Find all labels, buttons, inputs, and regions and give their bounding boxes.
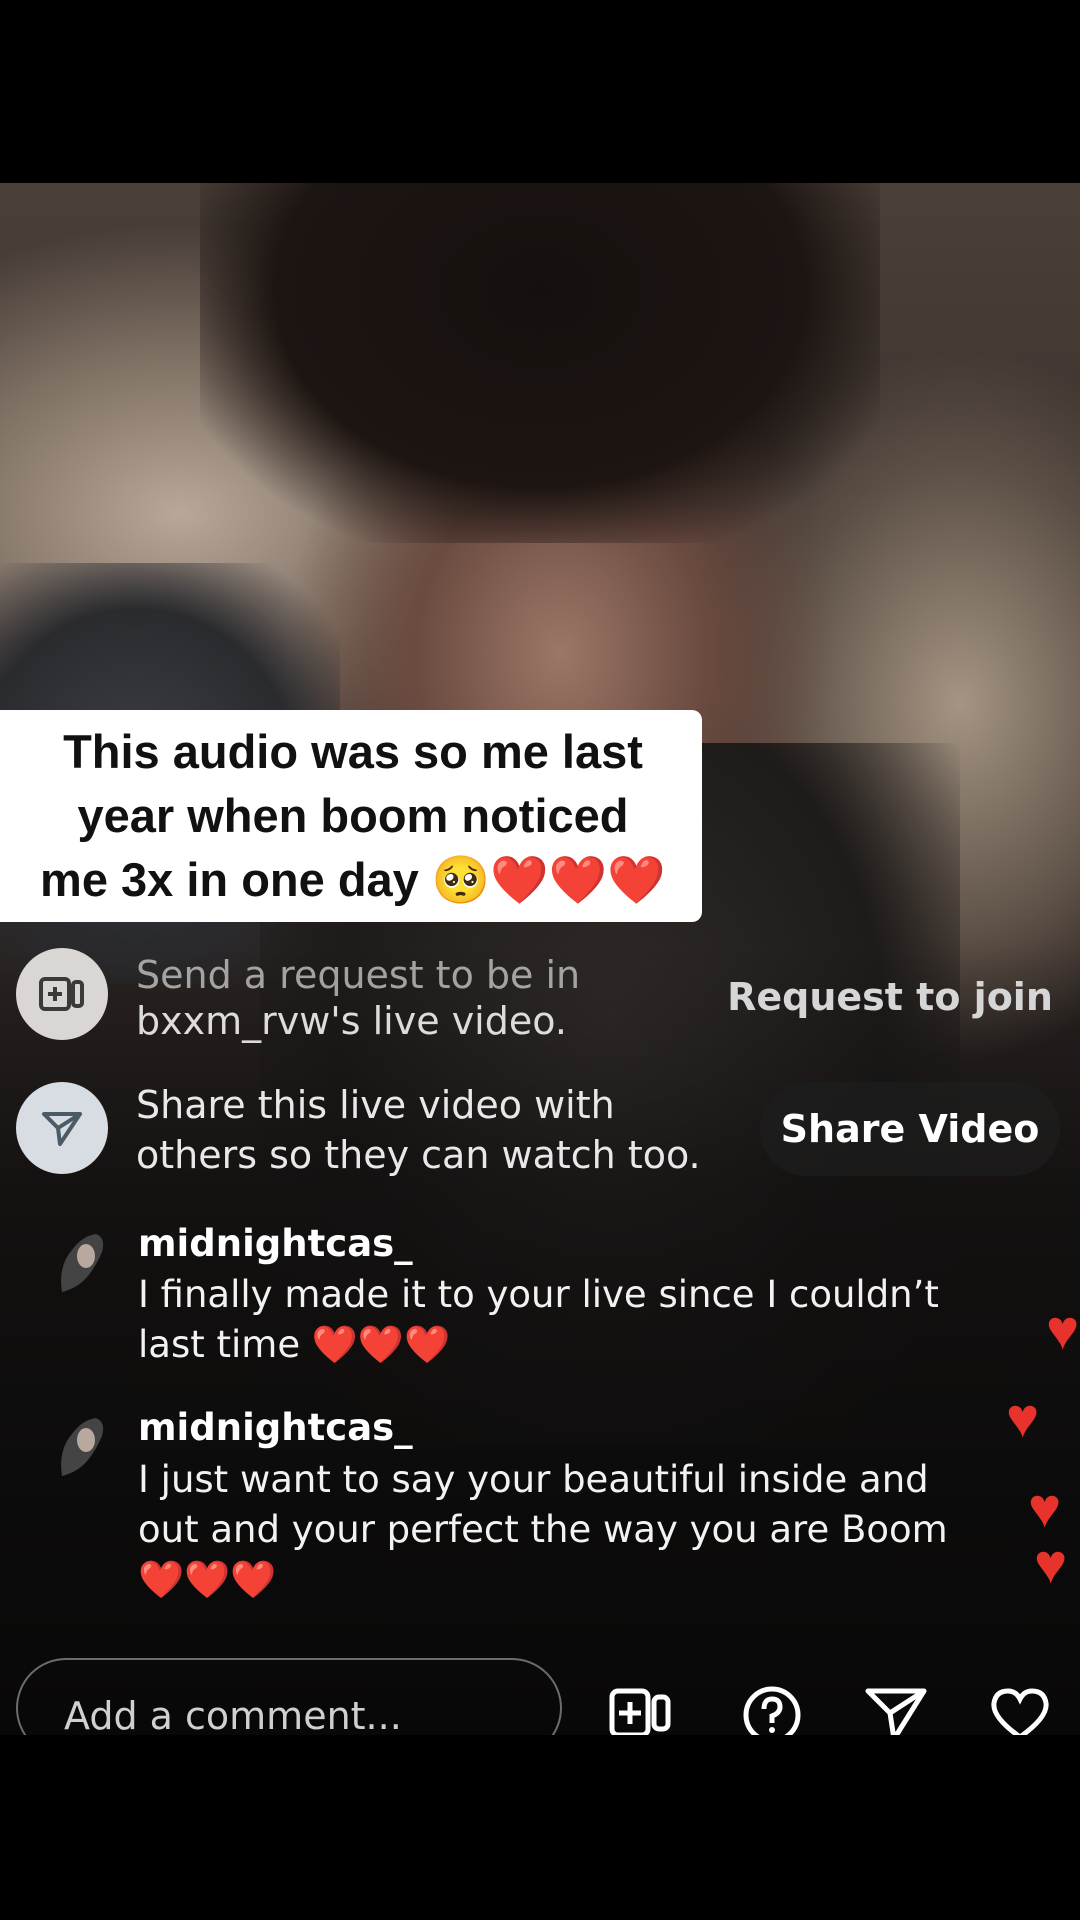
share-row-text-1: Share this live video with [136, 1083, 615, 1127]
comment-text-line: last time ❤️❤️❤️ [138, 1323, 451, 1366]
request-row-text: bxxm_rvw's live video. [136, 999, 567, 1043]
request-row-text-top: Send a request to be in [136, 953, 581, 997]
share-video-button[interactable]: Share Video [760, 1082, 1060, 1176]
comment-username[interactable]: midnightcas_ [138, 1222, 413, 1265]
send-icon [42, 1112, 82, 1146]
floating-heart-icon: ♥ [1006, 1386, 1040, 1449]
comment-text-line: I just want to say your beautiful inside… [138, 1458, 929, 1501]
avatar [61, 1234, 104, 1292]
send-icon[interactable] [864, 1683, 928, 1743]
comment-username[interactable]: midnightcas_ [138, 1406, 413, 1449]
video-hair-area [200, 183, 880, 543]
share-row-icon [16, 1082, 108, 1174]
caption-line-3: me 3x in one day 🥺❤️❤️❤️ [40, 853, 666, 906]
video-caption: This audio was so me last year when boom… [0, 710, 702, 922]
add-guest-icon[interactable] [608, 1683, 672, 1743]
request-row-icon [16, 948, 108, 1040]
share-row-text-2: others so they can watch too. [136, 1133, 701, 1177]
floating-heart-icon: ♥ [1046, 1298, 1080, 1361]
comment-text-line: out and your perfect the way you are Boo… [138, 1508, 948, 1551]
heart-icon[interactable] [988, 1683, 1052, 1743]
floating-heart-icon: ♥ [1028, 1476, 1062, 1539]
floating-heart-icon: ♥ [1034, 1532, 1068, 1595]
request-to-join-button[interactable]: Request to join [720, 950, 1060, 1044]
comment-text-line: I finally made it to your live since I c… [138, 1273, 939, 1316]
bottom-black-bar [0, 1735, 1080, 1920]
avatar [61, 1418, 104, 1476]
caption-line-2: year when boom noticed [77, 789, 629, 842]
caption-line-1: This audio was so me last [63, 725, 643, 778]
question-icon[interactable] [740, 1683, 804, 1743]
add-guest-icon [39, 977, 84, 1011]
comment-text-line: ❤️❤️❤️ [138, 1558, 277, 1601]
